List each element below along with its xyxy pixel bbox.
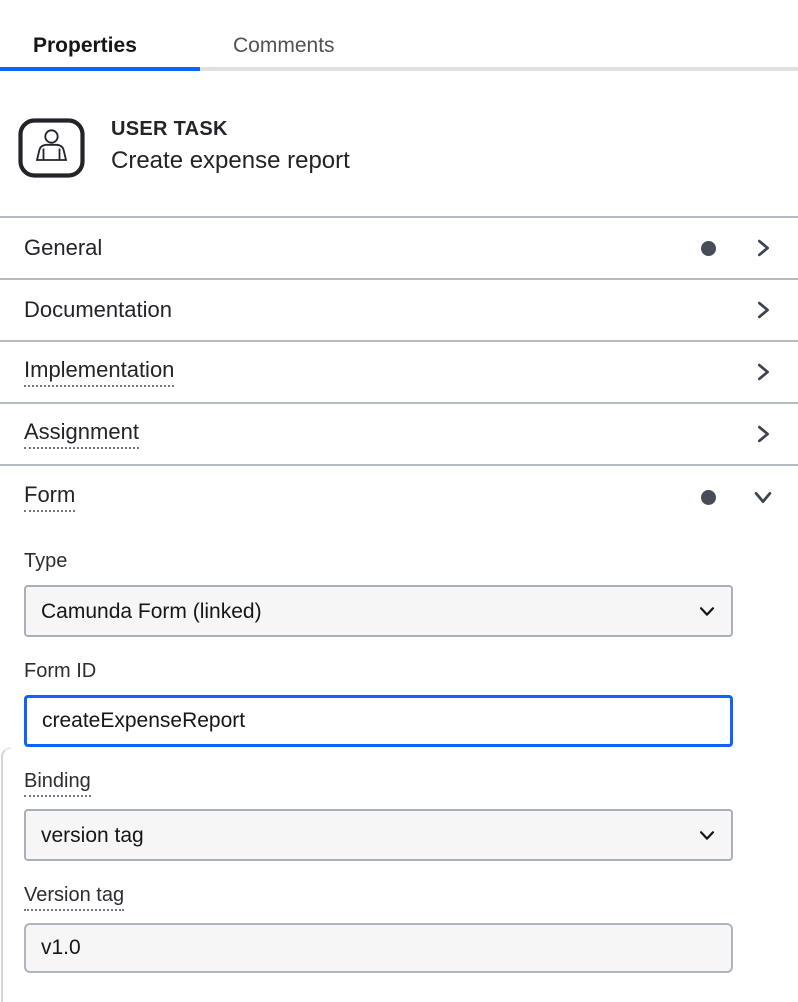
field-version-tag-label: Version tag bbox=[24, 884, 124, 911]
section-form[interactable]: Form bbox=[0, 466, 798, 528]
form-group-body: Type Camunda Form (linked) Form ID Bindi… bbox=[0, 528, 798, 973]
chevron-right-icon bbox=[752, 361, 774, 383]
chevron-right-icon bbox=[752, 237, 774, 259]
section-assignment[interactable]: Assignment bbox=[0, 404, 798, 466]
field-type: Type Camunda Form (linked) bbox=[24, 550, 733, 637]
tab-comments[interactable]: Comments bbox=[200, 26, 365, 67]
section-documentation[interactable]: Documentation bbox=[0, 280, 798, 342]
field-form-id-label: Form ID bbox=[24, 660, 96, 683]
element-header: USER TASK Create expense report bbox=[0, 71, 798, 216]
field-binding-label: Binding bbox=[24, 770, 91, 797]
section-implementation-label: Implementation bbox=[24, 357, 174, 387]
field-version-tag: Version tag bbox=[24, 884, 733, 973]
section-general-label: General bbox=[24, 235, 102, 261]
section-assignment-label: Assignment bbox=[24, 419, 139, 449]
field-type-label: Type bbox=[24, 550, 67, 573]
section-form-label: Form bbox=[24, 482, 75, 512]
tab-properties[interactable]: Properties bbox=[0, 26, 200, 71]
chevron-right-icon bbox=[752, 299, 774, 321]
filled-indicator-dot bbox=[701, 241, 716, 256]
chevron-down-icon bbox=[752, 486, 774, 508]
field-binding: Binding version tag bbox=[24, 770, 733, 861]
form-type-select[interactable]: Camunda Form (linked) bbox=[24, 585, 733, 637]
tab-bar: Properties Comments bbox=[0, 0, 798, 71]
section-implementation[interactable]: Implementation bbox=[0, 342, 798, 404]
version-tag-input[interactable] bbox=[24, 923, 733, 973]
element-type-label: USER TASK bbox=[111, 118, 350, 141]
section-general[interactable]: General bbox=[0, 218, 798, 280]
filled-indicator-dot bbox=[701, 490, 716, 505]
binding-select[interactable]: version tag bbox=[24, 809, 733, 861]
element-name: Create expense report bbox=[111, 147, 350, 175]
user-task-icon bbox=[18, 118, 85, 183]
section-list: General Documentation Implementation Ass… bbox=[0, 216, 798, 973]
section-documentation-label: Documentation bbox=[24, 297, 172, 323]
field-form-id: Form ID bbox=[24, 660, 733, 747]
chevron-right-icon bbox=[752, 423, 774, 445]
form-id-input[interactable] bbox=[24, 695, 733, 747]
